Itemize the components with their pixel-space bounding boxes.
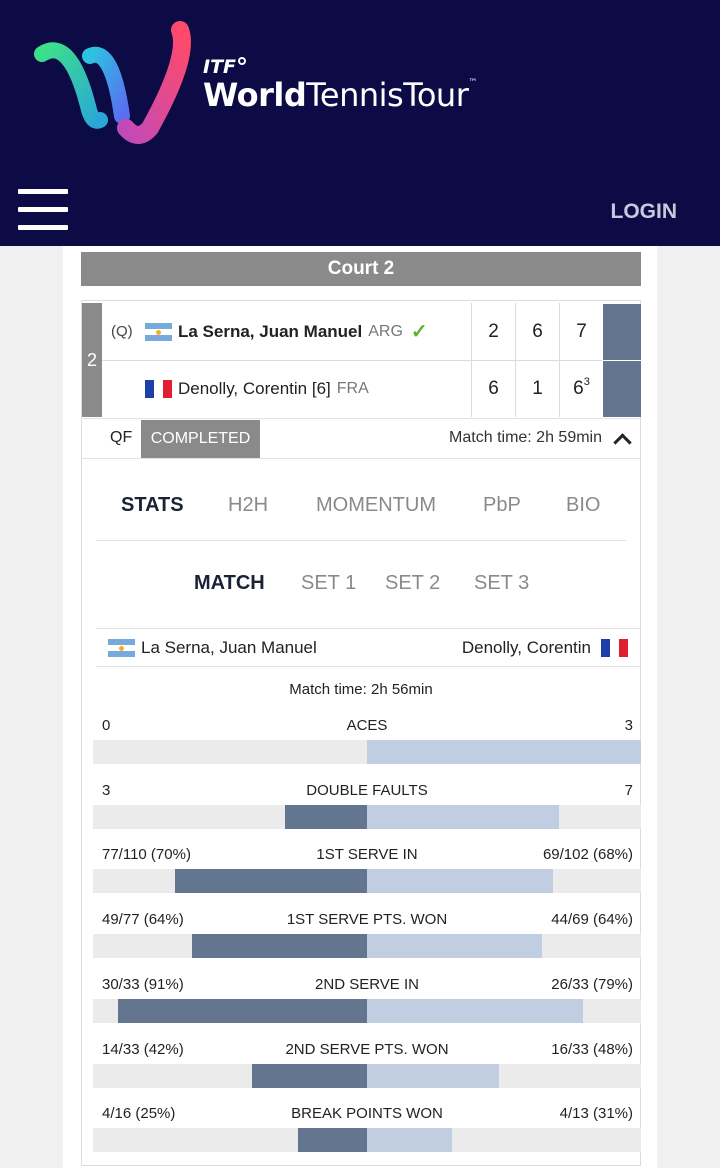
chevron-up-icon[interactable] [613, 433, 632, 452]
hamburger-icon[interactable] [18, 189, 68, 231]
brand-wordmark: WorldTennisTour™ [203, 76, 477, 114]
stat-row: 3 DOUBLE FAULTS 7 [93, 782, 641, 842]
subtab-set-1[interactable]: SET 1 [301, 572, 356, 595]
stat-bar-track [93, 740, 641, 764]
subtab-match[interactable]: MATCH [194, 572, 265, 595]
set-score: 7 [559, 303, 603, 360]
stat-bar-track [93, 934, 641, 958]
court-title: Court 2 [81, 252, 641, 286]
stat-label: ACES [346, 717, 388, 734]
stat-row: 14/33 (42%) 2ND SERVE PTS. WON 16/33 (48%) [93, 1041, 641, 1101]
stats-player-right: Denolly, Corentin [461, 638, 591, 657]
site-header: ITF WorldTennisTour™ LOGIN [0, 0, 720, 246]
subtab-set-2[interactable]: SET 2 [385, 572, 440, 595]
stats-player-left: La Serna, Juan Manuel [141, 638, 317, 657]
set-score: 1 [515, 360, 559, 417]
tennis-ball-icon [238, 57, 247, 65]
match-card: 2 (Q) La Serna, Juan Manuel ARG ✓ Denoll… [81, 300, 641, 1166]
player-nation: ARG [368, 322, 403, 340]
tab-stats[interactable]: STATS [121, 494, 184, 517]
stat-right-value: 7 [624, 782, 633, 799]
player-row[interactable]: Denolly, Corentin [6] FRA [102, 360, 472, 417]
stat-bar-right [367, 805, 559, 829]
stat-row: 49/77 (64%) 1ST SERVE PTS. WON 44/69 (64%) [93, 911, 641, 971]
player-name[interactable]: La Serna, Juan Manuel [178, 322, 362, 342]
stat-right-value: 26/33 (79%) [551, 976, 633, 993]
argentina-flag-icon [145, 322, 172, 341]
stat-bar-track [93, 1128, 641, 1152]
tab-pbp[interactable]: PbP [483, 494, 521, 517]
stat-bar-right [367, 934, 542, 958]
stat-bar-track [93, 999, 641, 1023]
stat-row: 77/110 (70%) 1ST SERVE IN 69/102 (68%) [93, 846, 641, 906]
serve-indicator-column [603, 304, 641, 417]
tab-h2h[interactable]: H2H [228, 494, 268, 517]
status-badge: COMPLETED [141, 420, 260, 458]
stat-bar-track [93, 869, 641, 893]
player-row[interactable]: (Q) La Serna, Juan Manuel ARG ✓ [102, 303, 472, 360]
stat-bar-track [93, 1064, 641, 1088]
stat-bar-right [367, 999, 583, 1023]
stat-bar-track [93, 805, 641, 829]
stat-right-value: 69/102 (68%) [542, 846, 633, 863]
detail-tabs: STATS H2H MOMENTUM PbP BIO [96, 486, 626, 541]
france-flag-icon [145, 379, 172, 398]
match-status-row: QF COMPLETED Match time: 2h 59min [82, 418, 640, 459]
stat-row: 0 ACES 3 [93, 717, 641, 777]
stat-right-value: 44/69 (64%) [551, 911, 633, 928]
france-flag-icon [601, 639, 628, 657]
set-score: 6 [471, 360, 515, 417]
stat-bar-right [367, 1128, 452, 1152]
subtab-set-3[interactable]: SET 3 [474, 572, 529, 595]
set-tabs: MATCH SET 1 SET 2 SET 3 [82, 569, 640, 599]
stat-right-value: 4/13 (31%) [559, 1105, 633, 1122]
tab-bio[interactable]: BIO [566, 494, 600, 517]
winner-check-icon: ✓ [410, 321, 428, 343]
tab-momentum[interactable]: MOMENTUM [316, 494, 436, 517]
stat-bar-left [252, 1064, 367, 1088]
stat-bar-right [367, 869, 553, 893]
stat-bar-left [175, 869, 367, 893]
argentina-flag-icon [108, 639, 135, 657]
set-score: 6 [515, 303, 559, 360]
itf-wordmark: ITF [203, 56, 247, 78]
stat-bar-right [367, 740, 641, 764]
stat-bar-left [285, 805, 367, 829]
set-score: 2 [471, 303, 515, 360]
login-link[interactable]: LOGIN [611, 200, 678, 224]
seed-number: 2 [82, 303, 102, 417]
round-label: QF [110, 429, 133, 446]
player-name[interactable]: Denolly, Corentin [6] [178, 379, 331, 399]
stat-bar-left [298, 1128, 367, 1152]
stat-row: 4/16 (25%) BREAK POINTS WON 4/13 (31%) [93, 1105, 641, 1165]
tiebreak-score: 3 [583, 376, 590, 388]
set-score: 63 [559, 360, 603, 417]
match-time: Match time: 2h 59min [449, 429, 602, 446]
stat-right-value: 16/33 (48%) [551, 1041, 633, 1058]
stat-row: 30/33 (91%) 2ND SERVE IN 26/33 (79%) [93, 976, 641, 1036]
stats-match-time: Match time: 2h 56min [289, 681, 433, 698]
stat-bar-right [367, 1064, 499, 1088]
stat-right-value: 3 [624, 717, 633, 734]
stat-bar-left [192, 934, 367, 958]
qualifier-label: (Q) [111, 323, 133, 340]
world-tennis-tour-logo[interactable] [30, 16, 196, 146]
stats-players-header: La Serna, Juan Manuel Denolly, Corentin [96, 628, 640, 667]
player-nation: FRA [336, 379, 369, 397]
stat-bar-left [118, 999, 367, 1023]
stat-label: DOUBLE FAULTS [306, 782, 428, 799]
